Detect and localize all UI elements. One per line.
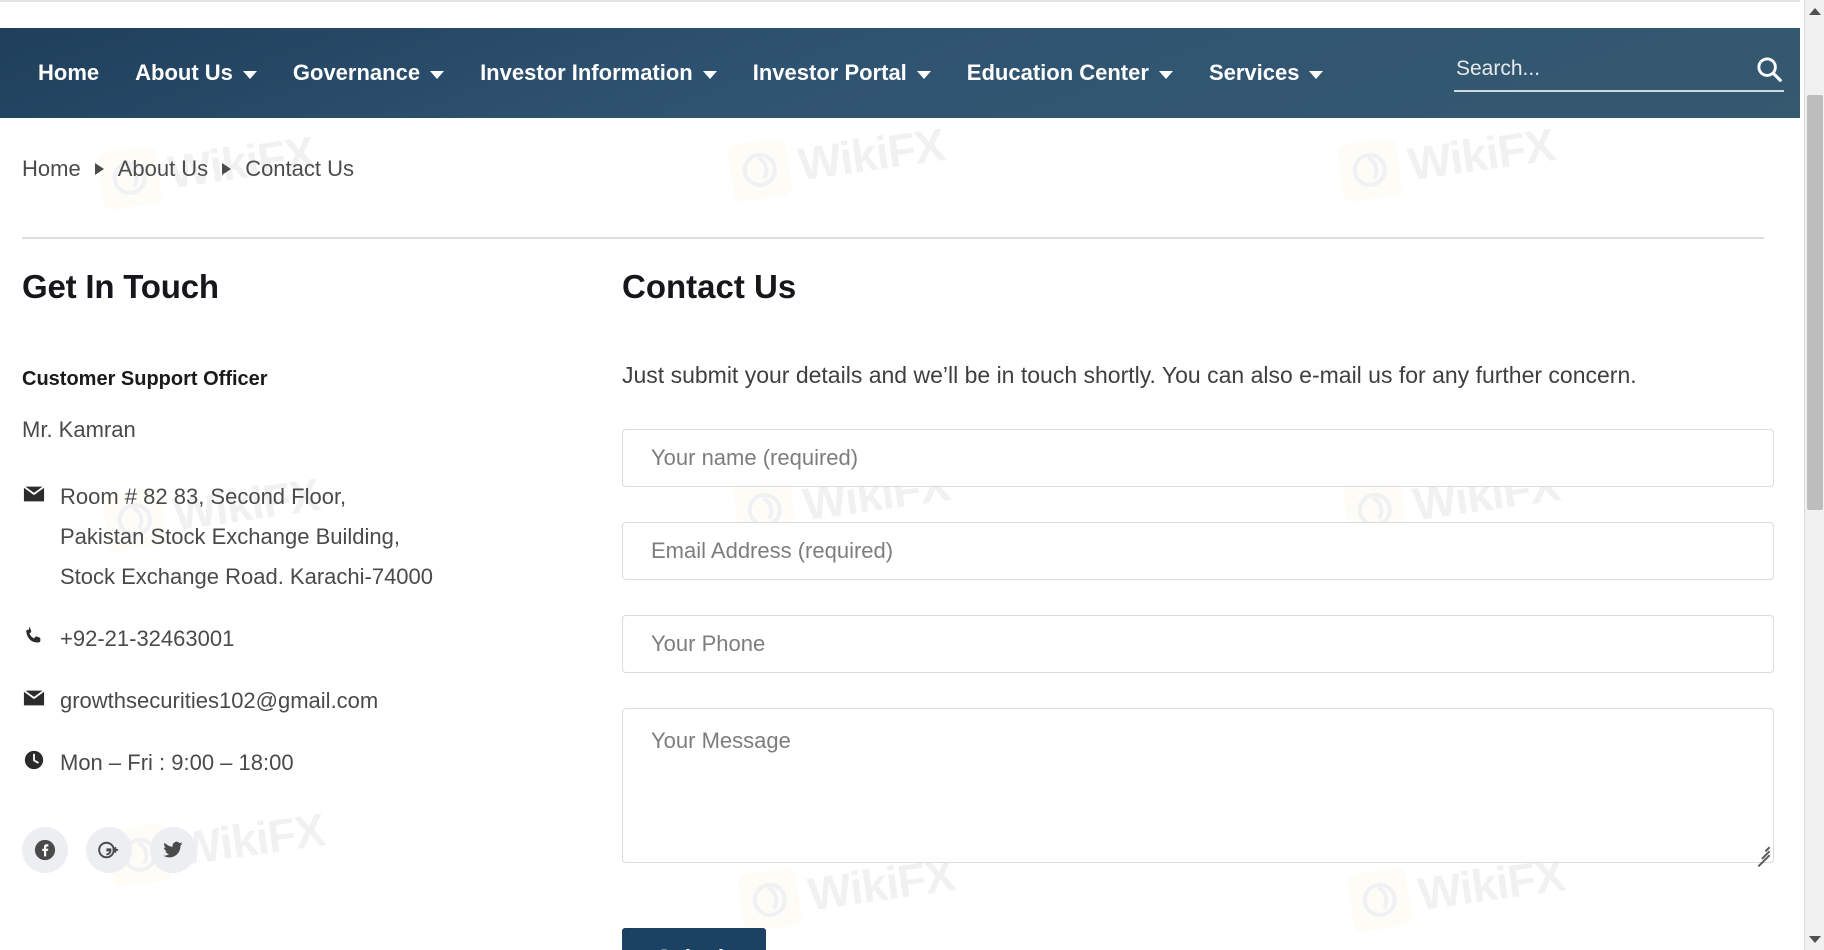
submit-button[interactable]: Submit [622, 928, 766, 950]
top-strip [0, 0, 1810, 28]
nav-item-education-center[interactable]: Education Center [949, 60, 1191, 86]
nav-label: Investor Information [480, 60, 693, 85]
breadcrumb-item-home[interactable]: Home [22, 156, 81, 182]
envelope-icon [22, 477, 46, 505]
breadcrumb-separator-icon [222, 163, 232, 175]
page-title: Get In Touch [22, 268, 219, 305]
address-line-1: Room # 82 83, Second Floor, [60, 484, 347, 509]
form-intro-text: Just submit your details and we’ll be in… [622, 362, 1637, 388]
phone-number[interactable]: +92-21-32463001 [60, 619, 234, 659]
clock-icon [22, 743, 46, 771]
address-line-2: Pakistan Stock Exchange Building, [60, 524, 400, 549]
watermark: WikiFX [727, 115, 948, 203]
hours-row: Mon – Fri : 9:00 – 18:00 [22, 743, 582, 783]
officer-name: Mr. Kamran [22, 417, 136, 442]
chevron-down-icon [916, 71, 931, 79]
nav-label: Education Center [966, 60, 1149, 85]
search-icon[interactable] [1754, 54, 1784, 84]
breadcrumb: Home About Us Contact Us [22, 156, 354, 182]
form-title: Contact Us [622, 268, 797, 305]
get-in-touch-column: Get In Touch Customer Support Officer Mr… [22, 268, 582, 873]
nav-item-investor-portal[interactable]: Investor Portal [735, 60, 949, 86]
phone-input[interactable] [622, 615, 1774, 673]
main-navigation-bar: Home About Us Governance Investor Inform… [0, 28, 1810, 118]
chevron-down-icon [430, 71, 445, 79]
chevron-down-icon [702, 71, 717, 79]
watermark-text: WikiFX [1404, 118, 1558, 191]
chevron-down-icon [1158, 71, 1173, 79]
chevron-down-icon [1809, 935, 1821, 943]
phone-icon [22, 619, 46, 647]
officer-role-label: Customer Support Officer [22, 368, 268, 390]
nav-label: Home [38, 60, 100, 85]
nav-item-investor-information[interactable]: Investor Information [462, 60, 735, 86]
contact-form-column: Contact Us Just submit your details and … [622, 268, 1774, 950]
scrollbar-thumb[interactable] [1807, 95, 1823, 510]
chevron-down-icon [242, 71, 257, 79]
breadcrumb-separator-icon [94, 163, 104, 175]
phone-row[interactable]: +92-21-32463001 [22, 619, 582, 659]
wikifx-logo-icon [727, 137, 793, 203]
nav-items: Home About Us Governance Investor Inform… [0, 60, 1341, 86]
vertical-scrollbar[interactable] [1804, 0, 1824, 950]
email-input[interactable] [622, 522, 1774, 580]
nav-item-governance[interactable]: Governance [275, 60, 462, 86]
watermark-text: WikiFX [794, 118, 948, 191]
page-root: Home About Us Governance Investor Inform… [0, 0, 1824, 950]
address-text: Room # 82 83, Second Floor, Pakistan Sto… [60, 477, 433, 597]
email-row[interactable]: growthsecurities102@gmail.com [22, 681, 582, 721]
breadcrumb-item-contact-us: Contact Us [245, 156, 355, 181]
nav-label: About Us [135, 60, 233, 85]
nav-label: Services [1208, 60, 1300, 85]
breadcrumb-divider [22, 237, 1764, 239]
message-textarea-wrapper [622, 708, 1774, 867]
social-links [22, 827, 582, 873]
nav-item-services[interactable]: Services [1191, 60, 1342, 86]
name-input[interactable] [622, 429, 1774, 487]
scrollbar-down-button[interactable] [1805, 928, 1824, 950]
twitter-icon[interactable] [150, 827, 196, 873]
address-row: Room # 82 83, Second Floor, Pakistan Sto… [22, 477, 582, 597]
nav-item-home[interactable]: Home [20, 60, 117, 86]
business-hours: Mon – Fri : 9:00 – 18:00 [60, 750, 294, 775]
watermark: WikiFX [1337, 115, 1558, 203]
envelope-icon [22, 681, 46, 709]
chevron-down-icon [1309, 71, 1324, 79]
google-plus-icon[interactable] [86, 827, 132, 873]
message-textarea[interactable] [622, 708, 1774, 863]
search-container [1454, 54, 1784, 92]
nav-item-about-us[interactable]: About Us [117, 60, 275, 86]
facebook-icon[interactable] [22, 827, 68, 873]
nav-label: Governance [292, 60, 421, 85]
search-input[interactable] [1454, 56, 1740, 82]
address-line-3: Stock Exchange Road. Karachi-74000 [60, 564, 434, 589]
scrollbar-up-button[interactable] [1805, 0, 1824, 22]
chevron-up-icon [1809, 7, 1821, 15]
email-address[interactable]: growthsecurities102@gmail.com [60, 681, 378, 721]
nav-label: Investor Portal [752, 60, 907, 85]
breadcrumb-item-about-us[interactable]: About Us [118, 156, 209, 182]
wikifx-logo-icon [1337, 137, 1403, 203]
